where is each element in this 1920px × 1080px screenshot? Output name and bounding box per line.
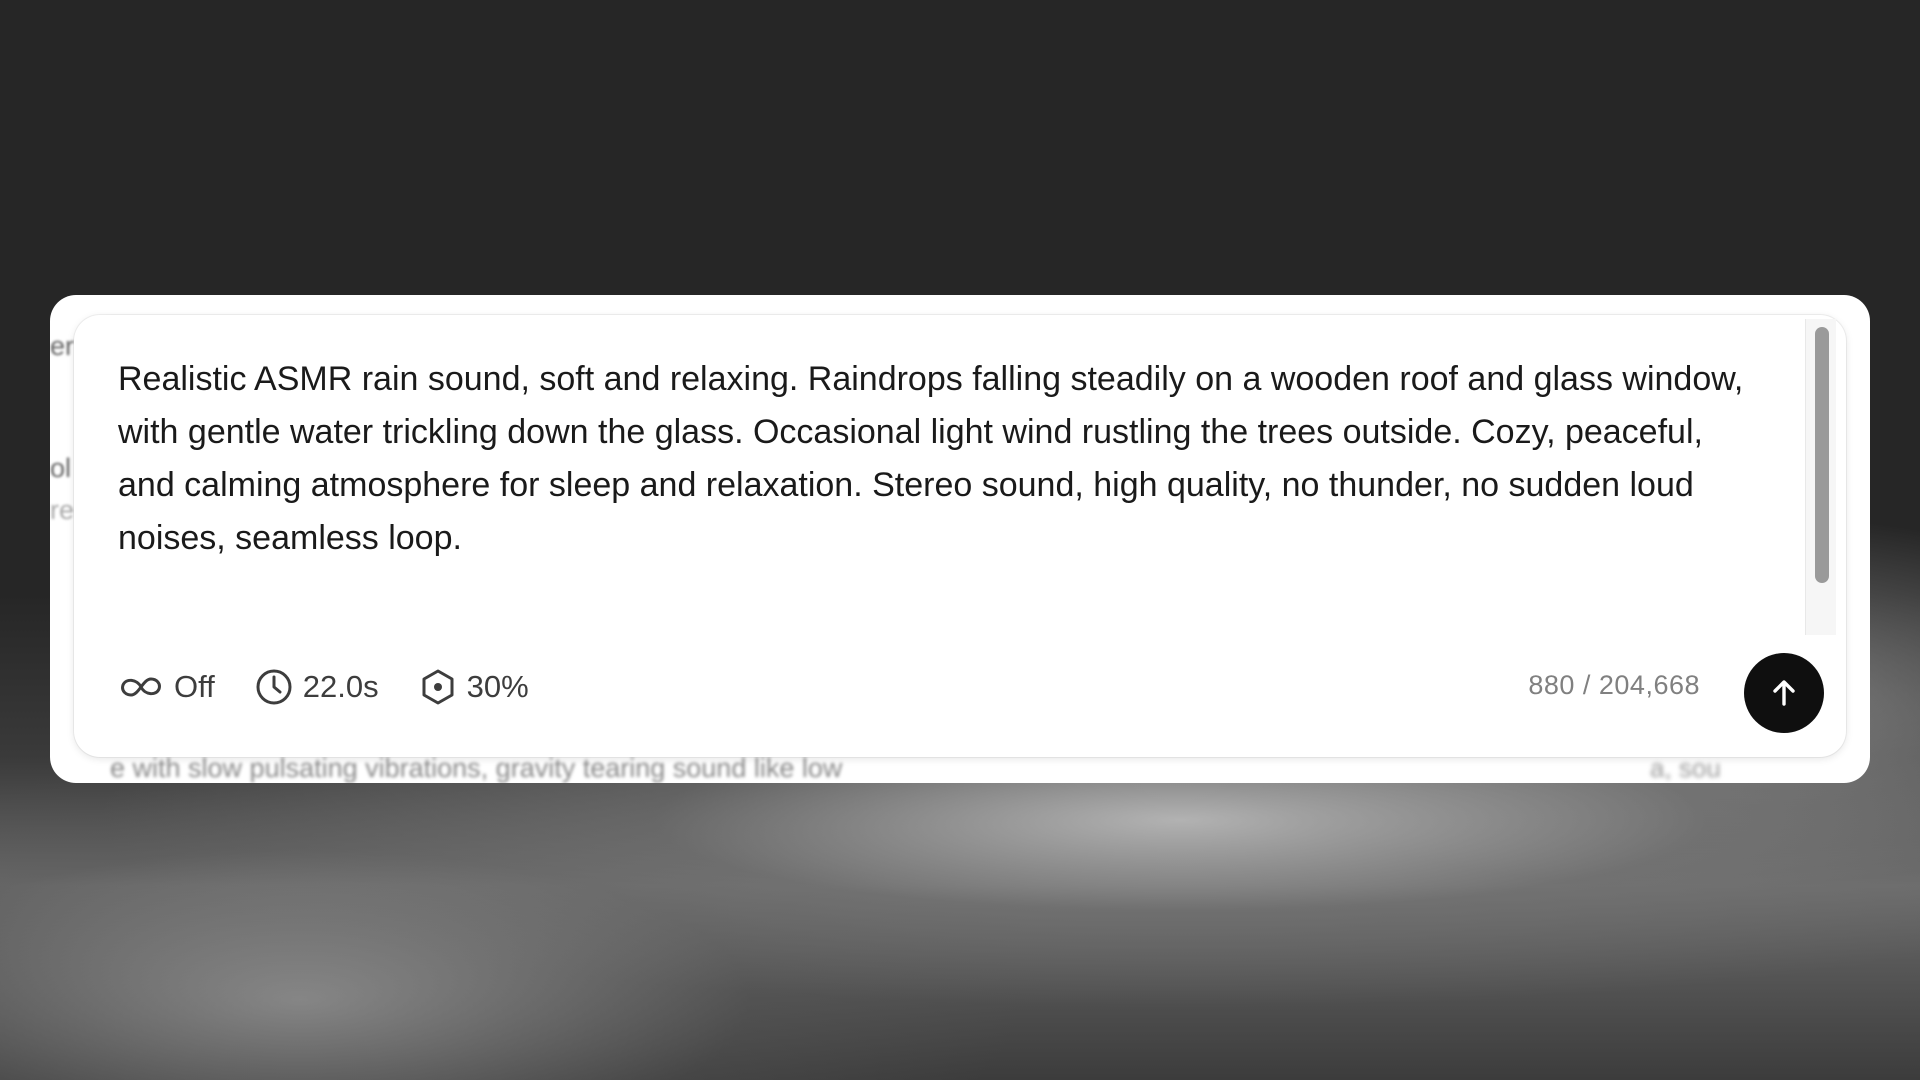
influence-label: 30% <box>466 669 529 704</box>
scrollbar-track[interactable] <box>1805 319 1836 635</box>
infinity-icon <box>118 673 164 701</box>
scrollbar-thumb[interactable] <box>1815 327 1829 583</box>
ghost-text-bottom-right: a, sou <box>1650 753 1721 783</box>
loop-toggle-button[interactable]: Off <box>118 669 215 705</box>
influence-button[interactable]: 30% <box>419 668 529 706</box>
target-hexagon-icon <box>419 668 457 706</box>
prompt-textarea[interactable]: Realistic ASMR rain sound, soft and rela… <box>118 353 1768 565</box>
outer-panel: er ol re e with slow pulsating vibration… <box>50 295 1870 783</box>
character-counter: 880 / 204,668 <box>1528 670 1700 700</box>
prompt-toolbar: Off 22.0s 30% <box>118 663 529 711</box>
loop-label: Off <box>174 669 215 704</box>
ghost-text-mid-left-2: re <box>50 495 75 525</box>
ghost-text-bottom: e with slow pulsating vibrations, gravit… <box>110 753 843 783</box>
duration-button[interactable]: 22.0s <box>255 668 379 706</box>
send-button[interactable] <box>1744 653 1824 733</box>
prompt-card: Realistic ASMR rain sound, soft and rela… <box>74 315 1846 757</box>
ghost-text-top-left: er <box>50 331 75 361</box>
ghost-text-mid-left-1: ol <box>50 453 72 483</box>
arrow-up-icon <box>1768 677 1800 709</box>
duration-label: 22.0s <box>302 669 379 704</box>
clock-icon <box>255 668 293 706</box>
